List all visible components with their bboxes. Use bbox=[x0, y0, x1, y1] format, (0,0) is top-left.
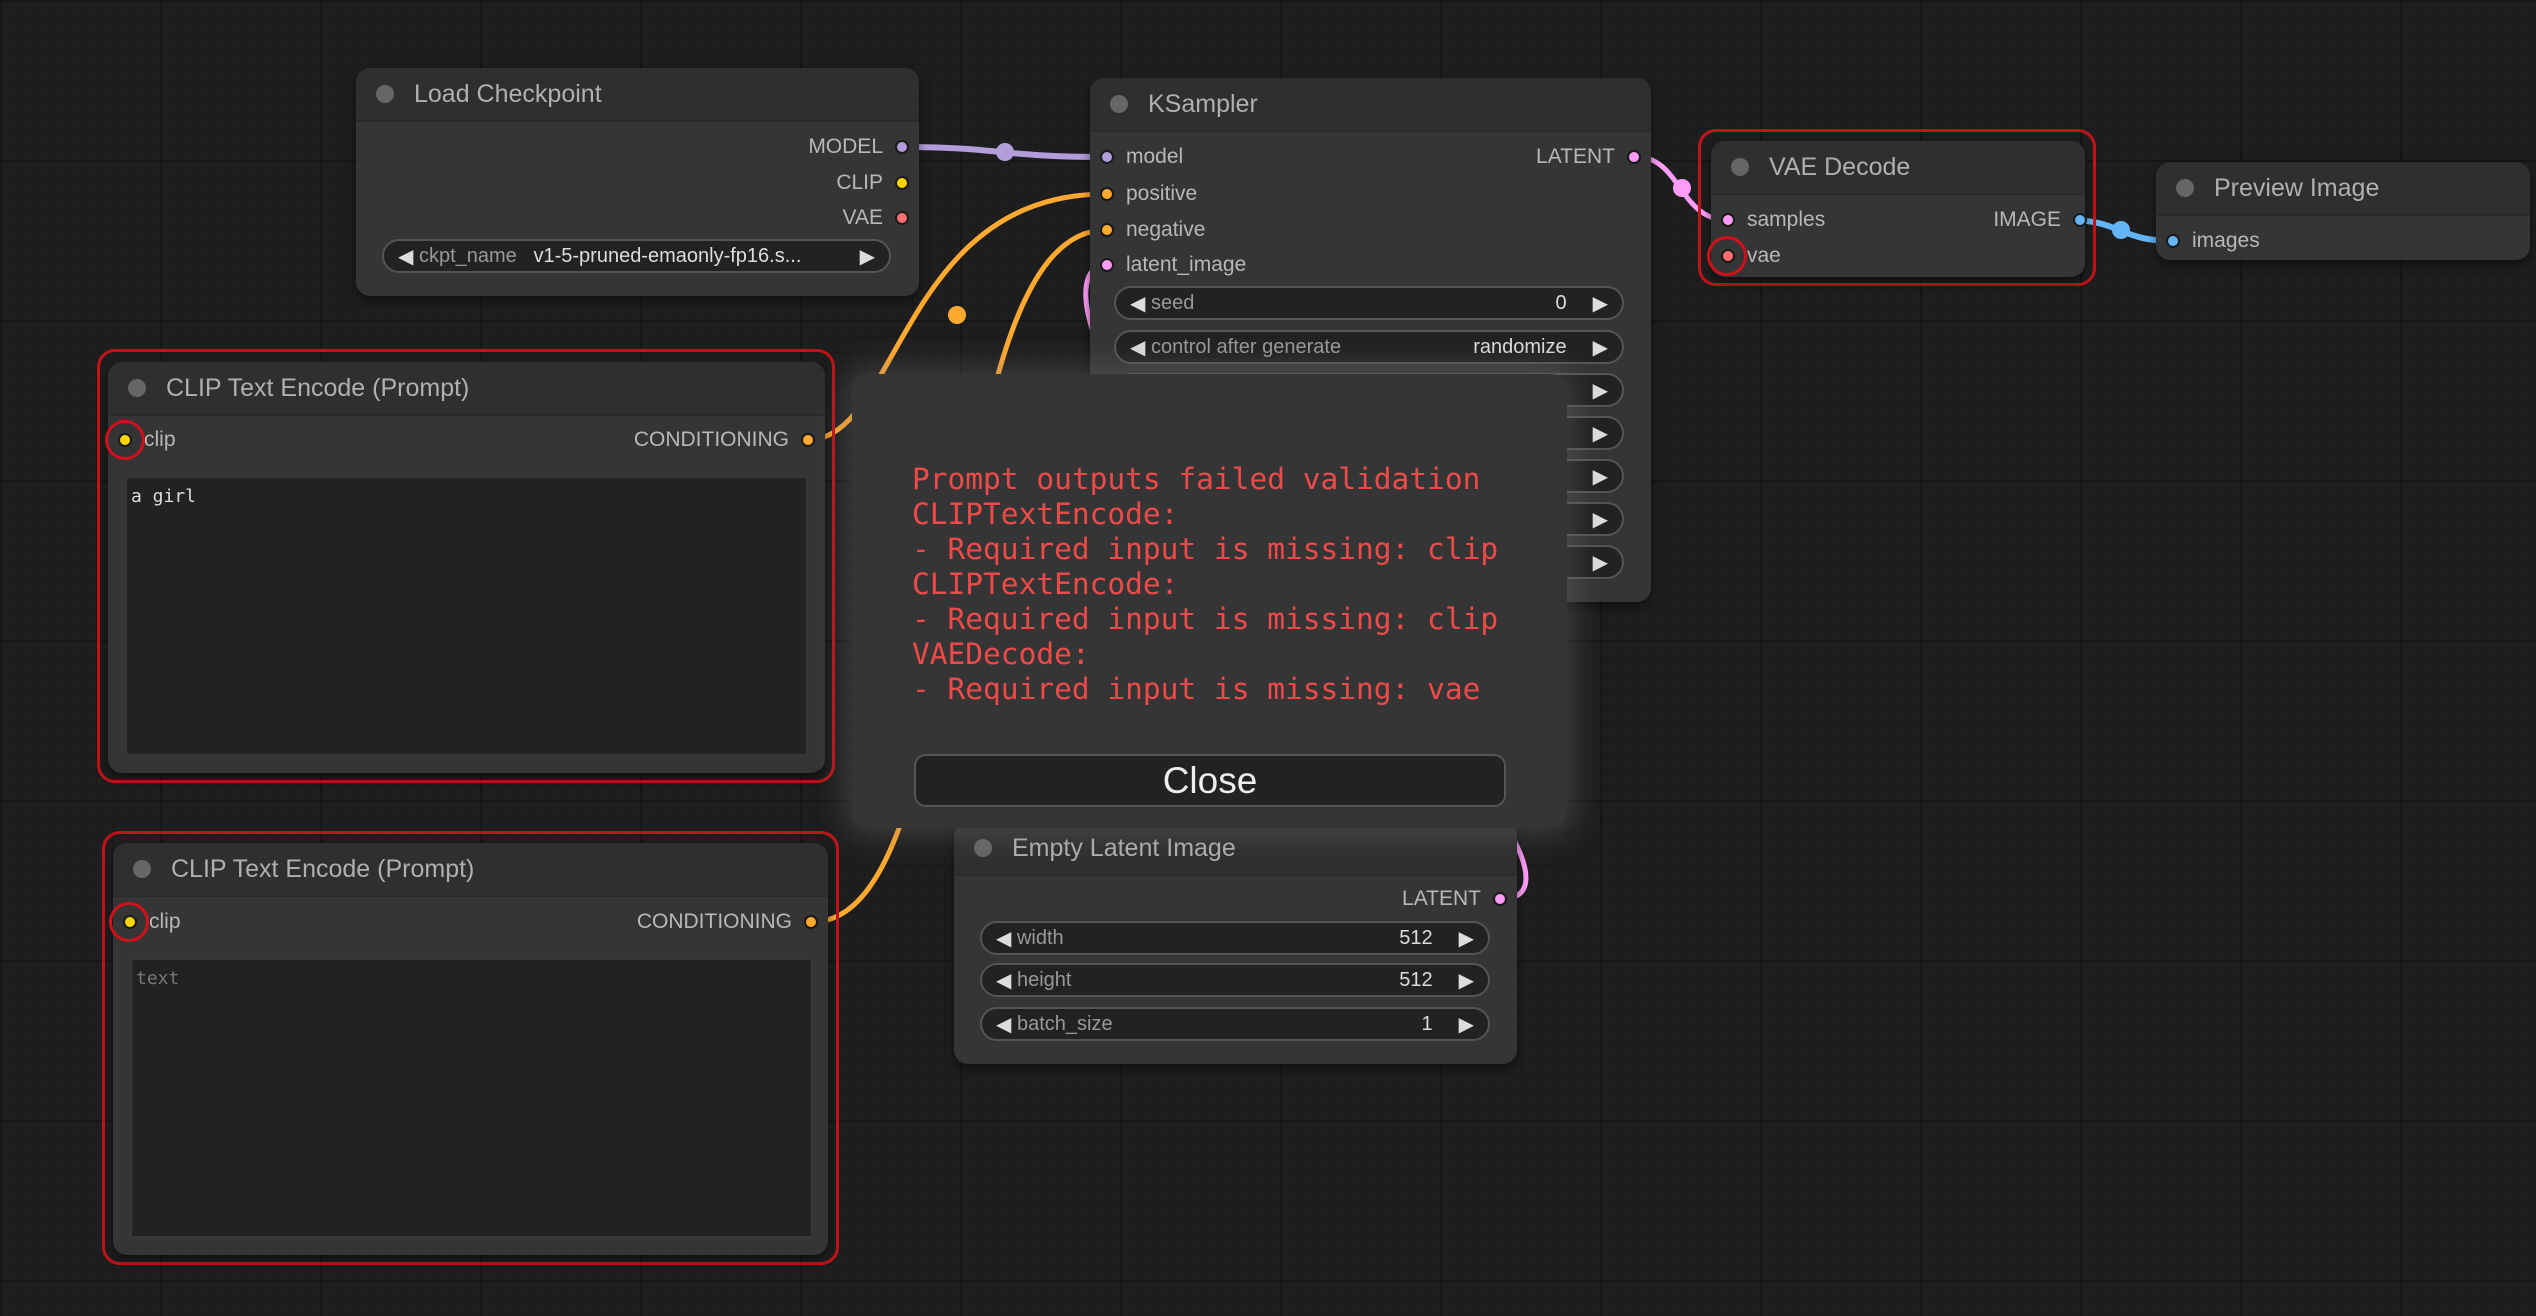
output-conditioning[interactable]: CONDITIONING bbox=[634, 425, 815, 455]
node-vae-decode[interactable]: VAE Decode samples vae IMAGE bbox=[1711, 141, 2087, 277]
prompt-textarea[interactable]: a girl bbox=[126, 477, 807, 755]
node-clip-text-encode-2[interactable]: CLIP Text Encode (Prompt) clip CONDITION… bbox=[113, 843, 828, 1255]
arrow-right-icon[interactable]: ▶ bbox=[1593, 378, 1608, 403]
node-title[interactable]: Preview Image bbox=[2156, 162, 2530, 216]
seed-widget[interactable]: ◀ seed 0 ▶ bbox=[1114, 286, 1624, 320]
wire-images-midpoint bbox=[2112, 221, 2130, 239]
input-samples[interactable]: samples bbox=[1721, 205, 1825, 235]
slot-dot-icon[interactable] bbox=[2166, 234, 2180, 248]
output-latent[interactable]: LATENT bbox=[1536, 142, 1641, 172]
node-title[interactable]: CLIP Text Encode (Prompt) bbox=[113, 843, 828, 897]
prompt-textarea[interactable]: text bbox=[131, 959, 812, 1237]
input-model[interactable]: model bbox=[1100, 142, 1183, 172]
input-latent-image[interactable]: latent_image bbox=[1100, 250, 1246, 280]
collapse-dot-icon[interactable] bbox=[133, 860, 151, 878]
node-title[interactable]: Load Checkpoint bbox=[356, 68, 919, 122]
error-ring-clip bbox=[105, 420, 145, 460]
width-widget[interactable]: ◀ width 512 ▶ bbox=[980, 921, 1490, 955]
collapse-dot-icon[interactable] bbox=[128, 379, 146, 397]
error-ring-clip bbox=[109, 902, 149, 942]
output-latent[interactable]: LATENT bbox=[1402, 884, 1507, 914]
close-button[interactable]: Close bbox=[914, 754, 1506, 807]
output-vae[interactable]: VAE bbox=[843, 203, 909, 233]
arrow-left-icon[interactable]: ◀ bbox=[398, 244, 413, 269]
arrow-left-icon[interactable]: ◀ bbox=[1130, 335, 1145, 360]
height-widget[interactable]: ◀ height 512 ▶ bbox=[980, 963, 1490, 997]
output-model[interactable]: MODEL bbox=[808, 132, 909, 162]
collapse-dot-icon[interactable] bbox=[376, 85, 394, 103]
arrow-right-icon[interactable]: ▶ bbox=[1459, 1012, 1474, 1037]
arrow-right-icon[interactable]: ▶ bbox=[1593, 291, 1608, 316]
collapse-dot-icon[interactable] bbox=[1731, 158, 1749, 176]
error-message: Prompt outputs failed validation CLIPTex… bbox=[912, 462, 1499, 706]
collapse-dot-icon[interactable] bbox=[2176, 179, 2194, 197]
arrow-right-icon[interactable]: ▶ bbox=[1593, 421, 1608, 446]
output-clip[interactable]: CLIP bbox=[836, 168, 909, 198]
arrow-right-icon[interactable]: ▶ bbox=[1459, 926, 1474, 951]
batch-size-widget[interactable]: ◀ batch_size 1 ▶ bbox=[980, 1007, 1490, 1041]
arrow-left-icon[interactable]: ◀ bbox=[996, 1012, 1011, 1037]
error-dialog: Prompt outputs failed validation CLIPTex… bbox=[852, 374, 1567, 828]
arrow-right-icon[interactable]: ▶ bbox=[1593, 507, 1608, 532]
arrow-right-icon[interactable]: ▶ bbox=[1593, 550, 1608, 575]
slot-dot-icon[interactable] bbox=[1100, 187, 1114, 201]
node-title[interactable]: VAE Decode bbox=[1711, 141, 2085, 195]
slot-dot-icon[interactable] bbox=[895, 211, 909, 225]
output-image[interactable]: IMAGE bbox=[1993, 205, 2087, 235]
node-title[interactable]: Empty Latent Image bbox=[954, 822, 1517, 876]
arrow-right-icon[interactable]: ▶ bbox=[1593, 464, 1608, 489]
node-title[interactable]: KSampler bbox=[1090, 78, 1651, 132]
control-after-generate-widget[interactable]: ◀ control after generate randomize ▶ bbox=[1114, 330, 1624, 364]
arrow-right-icon[interactable]: ▶ bbox=[1593, 335, 1608, 360]
node-clip-text-encode-1[interactable]: CLIP Text Encode (Prompt) clip CONDITION… bbox=[108, 362, 825, 773]
node-load-checkpoint[interactable]: Load Checkpoint MODEL CLIP VAE ◀ ckpt_na… bbox=[356, 68, 919, 296]
arrow-right-icon[interactable]: ▶ bbox=[860, 244, 875, 269]
collapse-dot-icon[interactable] bbox=[974, 839, 992, 857]
ckpt-name-combo[interactable]: ◀ ckpt_name v1-5-pruned-emaonly-fp16.s..… bbox=[382, 239, 891, 273]
slot-dot-icon[interactable] bbox=[1493, 892, 1507, 906]
input-images[interactable]: images bbox=[2166, 226, 2260, 256]
arrow-left-icon[interactable]: ◀ bbox=[996, 926, 1011, 951]
node-title[interactable]: CLIP Text Encode (Prompt) bbox=[108, 362, 825, 416]
node-preview-image[interactable]: Preview Image images bbox=[2156, 162, 2530, 260]
arrow-left-icon[interactable]: ◀ bbox=[1130, 291, 1145, 316]
slot-dot-icon[interactable] bbox=[1721, 213, 1735, 227]
input-negative[interactable]: negative bbox=[1100, 215, 1205, 245]
slot-dot-icon[interactable] bbox=[1100, 150, 1114, 164]
slot-dot-icon[interactable] bbox=[804, 915, 818, 929]
arrow-right-icon[interactable]: ▶ bbox=[1459, 968, 1474, 993]
slot-dot-icon[interactable] bbox=[2073, 213, 2087, 227]
slot-dot-icon[interactable] bbox=[1100, 223, 1114, 237]
node-empty-latent-image[interactable]: Empty Latent Image LATENT ◀ width 512 ▶ ◀ … bbox=[954, 822, 1517, 1064]
input-positive[interactable]: positive bbox=[1100, 179, 1197, 209]
arrow-left-icon[interactable]: ◀ bbox=[996, 968, 1011, 993]
slot-dot-icon[interactable] bbox=[801, 433, 815, 447]
slot-dot-icon[interactable] bbox=[895, 176, 909, 190]
wire-positive-midpoint bbox=[948, 306, 966, 324]
slot-dot-icon[interactable] bbox=[1627, 150, 1641, 164]
collapse-dot-icon[interactable] bbox=[1110, 95, 1128, 113]
wire-samples-midpoint bbox=[1673, 179, 1691, 197]
output-conditioning[interactable]: CONDITIONING bbox=[637, 907, 818, 937]
slot-dot-icon[interactable] bbox=[1100, 258, 1114, 272]
error-ring-vae bbox=[1707, 236, 1747, 276]
slot-dot-icon[interactable] bbox=[895, 140, 909, 154]
wire-model-midpoint bbox=[996, 143, 1014, 161]
